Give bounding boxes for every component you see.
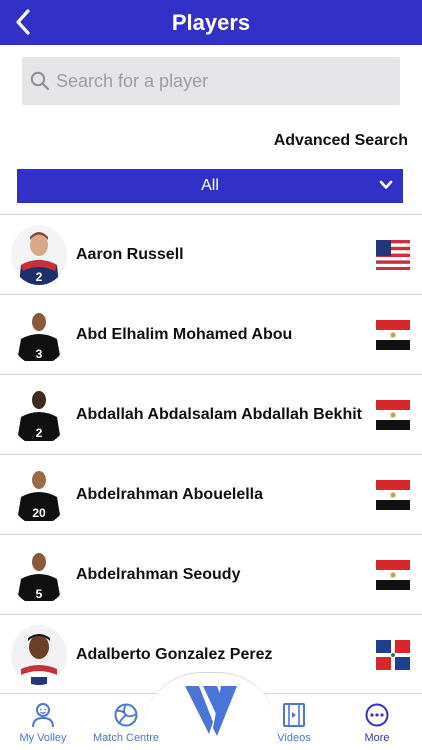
svg-text:3: 3 — [36, 347, 43, 361]
page-title: Players — [171, 10, 251, 35]
tab-my-volley[interactable]: My Volley — [3, 698, 83, 744]
search-bar[interactable] — [22, 57, 400, 105]
player-avatar: 2 — [11, 225, 67, 285]
player-row[interactable]: 3 Abd Elhalim Mohamed Abou — [0, 295, 422, 375]
player-row[interactable]: 2 Aaron Russell — [0, 215, 422, 295]
tab-videos[interactable]: Videos — [254, 698, 334, 744]
player-row[interactable]: 5 Abdelrahman Seoudy — [0, 535, 422, 615]
dominican-republic-flag-icon — [376, 640, 410, 670]
more-icon — [365, 703, 389, 727]
bottom-tab-bar: My Volley Match Centre Videos More — [0, 672, 422, 750]
filter-dropdown[interactable]: All — [17, 169, 403, 203]
player-avatar: 3 — [11, 305, 67, 365]
usa-flag-icon — [376, 240, 410, 270]
svg-text:5: 5 — [36, 587, 43, 601]
svg-text:2: 2 — [36, 270, 43, 284]
volleyball-world-logo-icon[interactable] — [183, 682, 239, 740]
tab-label: Match Centre — [92, 732, 160, 744]
top-nav-bar: Players — [0, 0, 422, 45]
filter-selected-value: All — [201, 177, 219, 194]
player-name: Abd Elhalim Mohamed Abou — [76, 326, 293, 343]
tab-label: My Volley — [19, 732, 67, 744]
egypt-flag-icon — [376, 400, 410, 430]
video-icon — [283, 703, 305, 727]
tab-more[interactable]: More — [337, 698, 417, 744]
advanced-search-link[interactable]: Advanced Search — [274, 132, 408, 150]
volleyball-icon — [114, 703, 138, 727]
player-name: Aaron Russell — [76, 246, 184, 263]
player-name: Abdallah Abdalsalam Abdallah Bekhit — [76, 406, 362, 423]
svg-text:20: 20 — [32, 506, 46, 520]
player-row[interactable]: 2 Abdallah Abdalsalam Abdallah Bekhit — [0, 375, 422, 455]
tab-label: Videos — [277, 732, 311, 744]
egypt-flag-icon — [376, 560, 410, 590]
chevron-down-icon — [379, 180, 393, 189]
player-name: Abdelrahman Abouelella — [76, 486, 263, 503]
search-icon — [30, 71, 50, 91]
tab-match-centre[interactable]: Match Centre — [86, 698, 166, 744]
player-avatar — [11, 625, 67, 685]
person-icon — [32, 703, 54, 728]
egypt-flag-icon — [376, 480, 410, 510]
svg-text:2: 2 — [36, 426, 43, 440]
tab-label: More — [364, 732, 390, 744]
egypt-flag-icon — [376, 320, 410, 350]
search-input[interactable] — [56, 70, 386, 92]
player-avatar: 5 — [11, 545, 67, 605]
player-avatar: 20 — [11, 465, 67, 525]
player-name: Abdelrahman Seoudy — [76, 566, 241, 583]
player-row[interactable]: 20 Abdelrahman Abouelella — [0, 455, 422, 535]
player-avatar: 2 — [11, 385, 67, 445]
